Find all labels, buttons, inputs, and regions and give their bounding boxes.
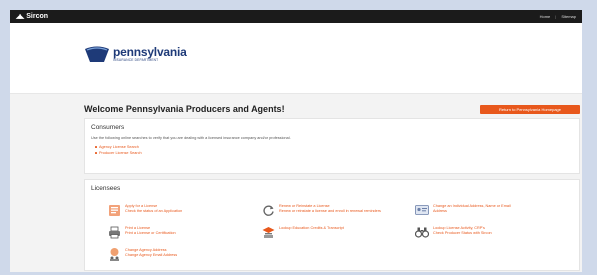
sitemap-link[interactable]: Sitemap <box>561 14 576 19</box>
return-homepage-button[interactable]: Return to Pennsylvania Homepage <box>480 104 580 114</box>
licensees-card: Licensees Apply for a License Check the … <box>84 179 580 271</box>
tile-link[interactable]: Lookup Education Credits & Transcript <box>279 226 344 230</box>
tile-change-individual-address[interactable]: Change an Individual Address, Name or Em… <box>415 203 511 217</box>
tile-link[interactable]: Change an Individual Address, Name or Em… <box>433 204 511 208</box>
tile-link[interactable]: Print a License <box>125 226 176 230</box>
logo-name: pennsylvania <box>113 44 187 59</box>
tile-education-credits[interactable]: Lookup Education Credits & Transcript <box>261 225 344 239</box>
tile-link[interactable]: Apply for a License <box>125 204 182 208</box>
browser-viewport: ◢◣ Sircon Home | Sitemap pennsylvania IN… <box>10 10 582 272</box>
licensees-heading: Licensees <box>91 185 121 192</box>
sircon-brand[interactable]: ◢◣ Sircon <box>16 13 48 20</box>
page-title: Welcome Pennsylvania Producers and Agent… <box>84 104 285 114</box>
agency-globe-icon <box>107 247 121 261</box>
graduation-cap-icon <box>261 225 275 239</box>
tile-link[interactable]: Renew or reinstate a license and enroll … <box>279 209 381 213</box>
consumers-card: Consumers Use the following online searc… <box>84 118 580 174</box>
sircon-logo-icon: ◢◣ <box>16 14 24 20</box>
logo-subtitle: INSURANCE DEPARTMENT <box>113 57 159 62</box>
site-header: pennsylvania INSURANCE DEPARTMENT <box>10 23 582 94</box>
printer-icon <box>107 225 121 239</box>
id-card-icon <box>415 203 429 217</box>
producer-license-search-link[interactable]: Producer License Search <box>95 151 142 155</box>
application-form-icon <box>107 203 121 217</box>
tile-link[interactable]: Renew or Reinstate a License <box>279 204 381 208</box>
tile-link[interactable]: Print a License or Certification <box>125 231 176 235</box>
renew-refresh-icon <box>261 203 275 217</box>
tile-link[interactable]: Check Producer Status with Sircon <box>433 231 492 235</box>
welcome-row: Welcome Pennsylvania Producers and Agent… <box>84 104 580 114</box>
top-links: Home | Sitemap <box>540 14 576 19</box>
consumers-intro: Use the following online searches to ver… <box>91 136 291 140</box>
tile-link[interactable]: Address <box>433 209 511 213</box>
tile-link[interactable]: Change Agency Address <box>125 248 177 252</box>
tile-apply-license[interactable]: Apply for a License Check the status of … <box>107 203 182 217</box>
agency-license-search-link[interactable]: Agency License Search <box>95 145 142 149</box>
app-name: Sircon <box>26 13 49 20</box>
consumers-heading: Consumers <box>91 124 125 131</box>
pa-insurance-logo[interactable]: pennsylvania INSURANCE DEPARTMENT <box>84 45 187 63</box>
tile-print-license[interactable]: Print a License Print a License or Certi… <box>107 225 176 239</box>
tile-change-agency-address[interactable]: Change Agency Address Change Agency Emai… <box>107 247 177 261</box>
tile-renew-license[interactable]: Renew or Reinstate a License Renew or re… <box>261 203 381 217</box>
tile-link[interactable]: Check the status of an Application <box>125 209 182 213</box>
tile-lookup-license-activity[interactable]: Lookup License Activity, CRP's Check Pro… <box>415 225 492 239</box>
tile-link[interactable]: Lookup License Activity, CRP's <box>433 226 492 230</box>
consumer-links: Agency License Search Producer License S… <box>95 145 142 157</box>
tile-link[interactable]: Change Agency Email Address <box>125 253 177 257</box>
binoculars-icon <box>415 225 429 239</box>
home-link[interactable]: Home <box>540 14 551 19</box>
top-links-separator: | <box>555 14 557 19</box>
top-bar: ◢◣ Sircon Home | Sitemap <box>10 10 582 23</box>
main-content: Welcome Pennsylvania Producers and Agent… <box>10 94 582 272</box>
keystone-icon <box>85 46 109 62</box>
